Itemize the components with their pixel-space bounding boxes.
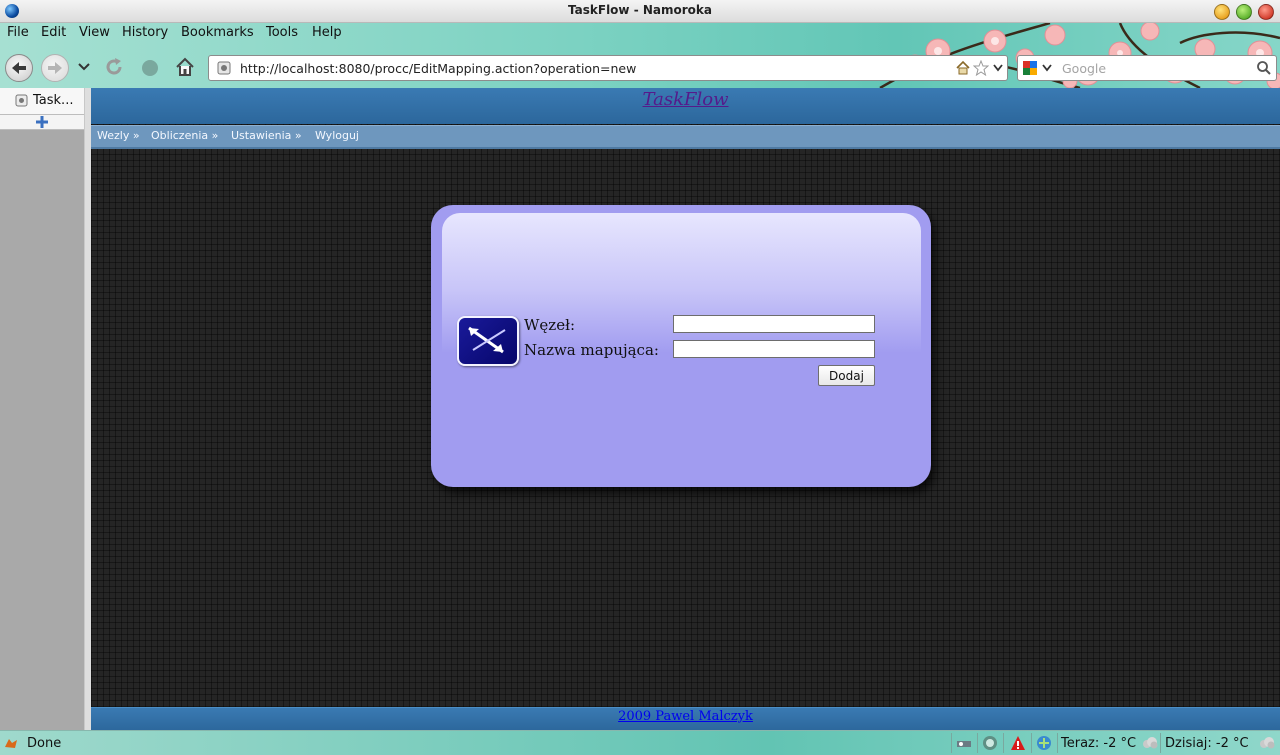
home-bookmark-icon[interactable] — [955, 60, 971, 76]
mapping-name-input[interactable] — [673, 340, 875, 358]
tab-label: Task... — [33, 93, 74, 108]
vertical-tabs-sidebar — [0, 88, 84, 730]
reload-icon[interactable] — [103, 56, 125, 78]
cloud-icon — [1143, 737, 1158, 749]
site-nav: Wezly » Obliczenia » Ustawienia » Wylogu… — [91, 125, 1280, 149]
mapping-arrows-icon — [457, 316, 519, 366]
menu-file[interactable]: File — [7, 25, 29, 40]
engine-dropdown-icon[interactable] — [1042, 64, 1052, 72]
cloud-icon — [1260, 737, 1275, 749]
node-label: Węzeł: — [524, 316, 575, 334]
forward-button[interactable] — [41, 54, 69, 82]
minimize-button[interactable] — [1214, 4, 1230, 20]
add-button[interactable]: Dodaj — [818, 365, 875, 386]
search-placeholder: Google — [1062, 61, 1107, 76]
maximize-button[interactable] — [1236, 4, 1252, 20]
url-bar[interactable]: http://localhost:8080/procc/EditMapping.… — [208, 55, 1008, 81]
site-identity-icon[interactable] — [217, 61, 231, 75]
tab-taskflow[interactable]: Task... — [0, 88, 84, 115]
fox-icon — [5, 739, 17, 748]
site-header: TaskFlow — [91, 88, 1280, 124]
status-bar: Done Teraz: -2 °C Dzisiaj: -2 °C — [0, 730, 1280, 755]
google-engine-icon[interactable] — [1022, 60, 1038, 76]
back-arrow-icon — [12, 62, 26, 74]
home-icon[interactable] — [174, 56, 196, 78]
menu-help[interactable]: Help — [312, 25, 342, 40]
window-titlebar: TaskFlow - Namoroka — [0, 0, 1280, 23]
warning-icon[interactable] — [1010, 735, 1026, 751]
window-title: TaskFlow - Namoroka — [568, 3, 712, 17]
search-icon[interactable] — [1256, 60, 1272, 76]
url-dropdown-icon[interactable] — [993, 64, 1003, 72]
site-title-link[interactable]: TaskFlow — [91, 89, 1280, 110]
tab-page-icon — [15, 94, 28, 107]
screenshot-tool-icon[interactable] — [956, 735, 972, 751]
stop-icon[interactable] — [140, 58, 160, 78]
plus-icon — [36, 116, 48, 128]
nav-link-wyloguj[interactable]: Wyloguj — [315, 129, 359, 142]
site-footer: 2009 Pawel Malczyk — [91, 707, 1280, 731]
history-dropdown-icon[interactable] — [78, 62, 90, 72]
url-text: http://localhost:8080/procc/EditMapping.… — [240, 61, 637, 76]
nav-link-obliczenia[interactable]: Obliczenia » — [151, 129, 218, 142]
back-button[interactable] — [5, 54, 33, 82]
menu-bookmarks[interactable]: Bookmarks — [181, 25, 254, 40]
status-text: Done — [27, 736, 62, 751]
new-tab-button[interactable] — [0, 115, 84, 130]
weather-today[interactable]: Dzisiaj: -2 °C — [1165, 736, 1249, 751]
star-bookmark-icon[interactable] — [973, 60, 989, 76]
close-window-button[interactable] — [1258, 4, 1274, 20]
weather-now[interactable]: Teraz: -2 °C — [1061, 736, 1136, 751]
menu-tools[interactable]: Tools — [266, 25, 298, 40]
nav-link-ustawienia[interactable]: Ustawienia » — [231, 129, 302, 142]
nav-link-wezly[interactable]: Wezly » — [97, 129, 140, 142]
network-icon[interactable] — [1036, 735, 1052, 751]
menu-view[interactable]: View — [79, 25, 110, 40]
menu-history[interactable]: History — [122, 25, 168, 40]
search-bar[interactable]: Google — [1017, 55, 1277, 81]
menu-edit[interactable]: Edit — [41, 25, 66, 40]
mapping-name-label: Nazwa mapująca: — [524, 341, 659, 359]
footer-author-link[interactable]: 2009 Pawel Malczyk — [91, 709, 1280, 724]
forward-arrow-icon — [48, 62, 62, 74]
node-input[interactable] — [673, 315, 875, 333]
addon-status-icon[interactable] — [982, 735, 998, 751]
